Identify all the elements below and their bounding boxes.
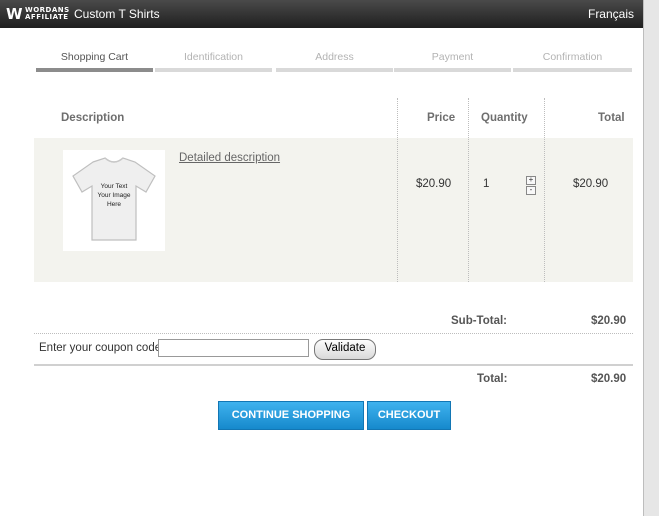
- header-quantity: Quantity: [481, 112, 528, 124]
- language-link[interactable]: Français: [588, 7, 634, 21]
- step-bar: [36, 68, 153, 72]
- app-title: Custom T Shirts: [74, 7, 160, 21]
- column-divider: [397, 98, 398, 282]
- quantity-decrease-button[interactable]: -: [526, 186, 536, 195]
- subtotal-label: Sub-Total:: [451, 315, 507, 327]
- step-bar: [513, 68, 632, 72]
- column-divider: [468, 98, 469, 282]
- header-price: Price: [427, 112, 456, 124]
- validate-button[interactable]: Validate: [314, 339, 376, 360]
- step-address: Address: [276, 50, 393, 72]
- svg-text:Here: Here: [107, 201, 121, 208]
- step-confirmation: Confirmation: [513, 50, 632, 72]
- logo-line-2: AFFILIATE: [25, 13, 69, 21]
- continue-shopping-button[interactable]: CONTINUE SHOPPING: [218, 401, 364, 430]
- step-payment: Payment: [394, 50, 511, 72]
- tshirt-icon: Your Text Your Image Here: [72, 157, 156, 241]
- column-divider: [544, 98, 545, 282]
- detailed-description-link[interactable]: Detailed description: [179, 152, 280, 164]
- top-bar: W WORDANS AFFILIATE Custom T Shirts Fran…: [0, 0, 643, 28]
- divider: [34, 364, 633, 366]
- checkout-button[interactable]: CHECKOUT: [367, 401, 451, 430]
- item-price: $20.90: [416, 178, 452, 190]
- logo-mark: W: [6, 5, 23, 23]
- cart-table: Description Price Quantity Total Your Te…: [34, 98, 633, 282]
- step-bar: [394, 68, 511, 72]
- item-total: $20.90: [573, 178, 609, 190]
- step-label: Confirmation: [542, 51, 603, 63]
- total-value: $20.90: [591, 373, 627, 385]
- coupon-label: Enter your coupon code: [39, 342, 162, 354]
- divider: [34, 333, 633, 334]
- step-bar: [276, 68, 393, 72]
- header-total: Total: [598, 112, 625, 124]
- step-label: Identification: [184, 51, 243, 63]
- checkout-steps: Shopping Cart Identification Address Pay…: [36, 50, 632, 72]
- coupon-input[interactable]: [158, 339, 309, 357]
- svg-text:Your Text: Your Text: [101, 183, 128, 190]
- step-shopping-cart: Shopping Cart: [36, 50, 153, 72]
- subtotal-value: $20.90: [591, 315, 627, 327]
- quantity-increase-button[interactable]: +: [526, 176, 536, 185]
- total-label: Total:: [477, 373, 508, 385]
- step-label: Payment: [431, 51, 474, 63]
- step-identification: Identification: [155, 50, 272, 72]
- window-right-edge: [643, 0, 659, 516]
- header-description: Description: [61, 112, 125, 124]
- tshirt-thumbnail[interactable]: Your Text Your Image Here: [63, 150, 165, 251]
- step-label: Shopping Cart: [60, 51, 129, 63]
- step-label: Address: [315, 51, 354, 63]
- step-bar: [155, 68, 272, 72]
- wordans-logo[interactable]: W WORDANS AFFILIATE: [6, 5, 69, 23]
- item-quantity: 1: [483, 178, 490, 190]
- svg-text:Your Image: Your Image: [97, 192, 130, 199]
